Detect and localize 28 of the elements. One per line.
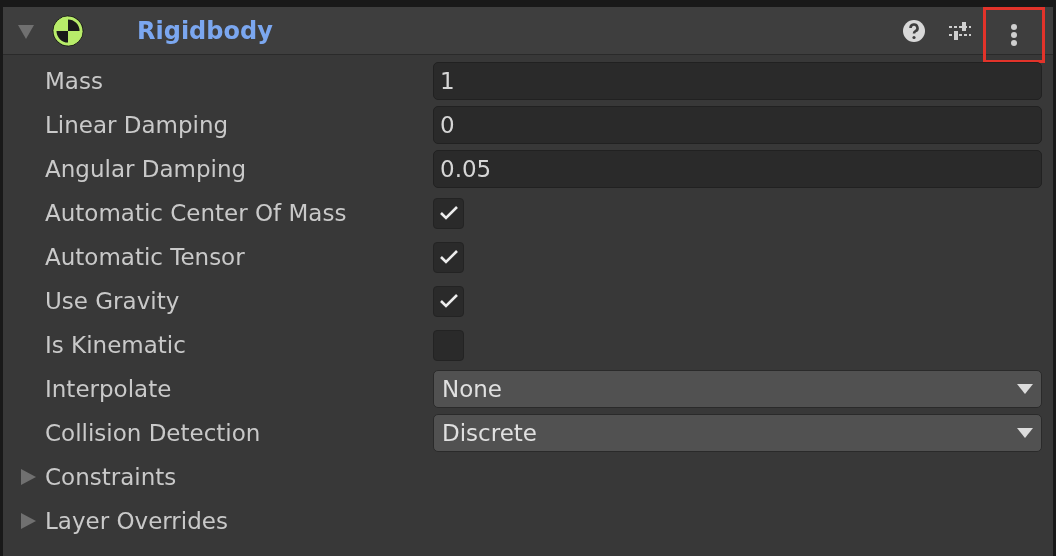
- more-options-button[interactable]: [983, 6, 1045, 63]
- checkmark-icon: [438, 249, 459, 265]
- checkmark-icon: [438, 205, 459, 221]
- property-label: Automatic Center Of Mass: [45, 198, 348, 228]
- checkbox[interactable]: [433, 285, 464, 317]
- dropdown[interactable]: Discrete: [433, 414, 1042, 452]
- property-label: Mass: [45, 66, 104, 96]
- property-label: Collision Detection: [45, 418, 262, 448]
- more-options-icon: [1010, 22, 1018, 47]
- component-title: Rigidbody: [137, 15, 273, 47]
- foldout-label[interactable]: Constraints: [45, 459, 177, 495]
- checkbox[interactable]: [433, 197, 464, 229]
- dropdown[interactable]: None: [433, 370, 1042, 408]
- checkbox[interactable]: [433, 241, 464, 273]
- property-label: Angular Damping: [45, 154, 248, 184]
- property-label: Linear Damping: [45, 110, 230, 140]
- property-label: Interpolate: [45, 374, 173, 404]
- number-field[interactable]: 0.05: [433, 150, 1042, 188]
- caret-icon: [1017, 384, 1033, 394]
- foldout-label[interactable]: Layer Overrides: [45, 503, 228, 539]
- property-label: Automatic Tensor: [45, 242, 246, 272]
- caret-icon: [1017, 428, 1033, 438]
- property-label: Use Gravity: [45, 286, 181, 316]
- number-field[interactable]: 1: [433, 62, 1042, 100]
- help-icon: [902, 18, 926, 43]
- checkmark-icon: [438, 293, 459, 309]
- property-label: Is Kinematic: [45, 330, 187, 360]
- number-field[interactable]: 0: [433, 106, 1042, 144]
